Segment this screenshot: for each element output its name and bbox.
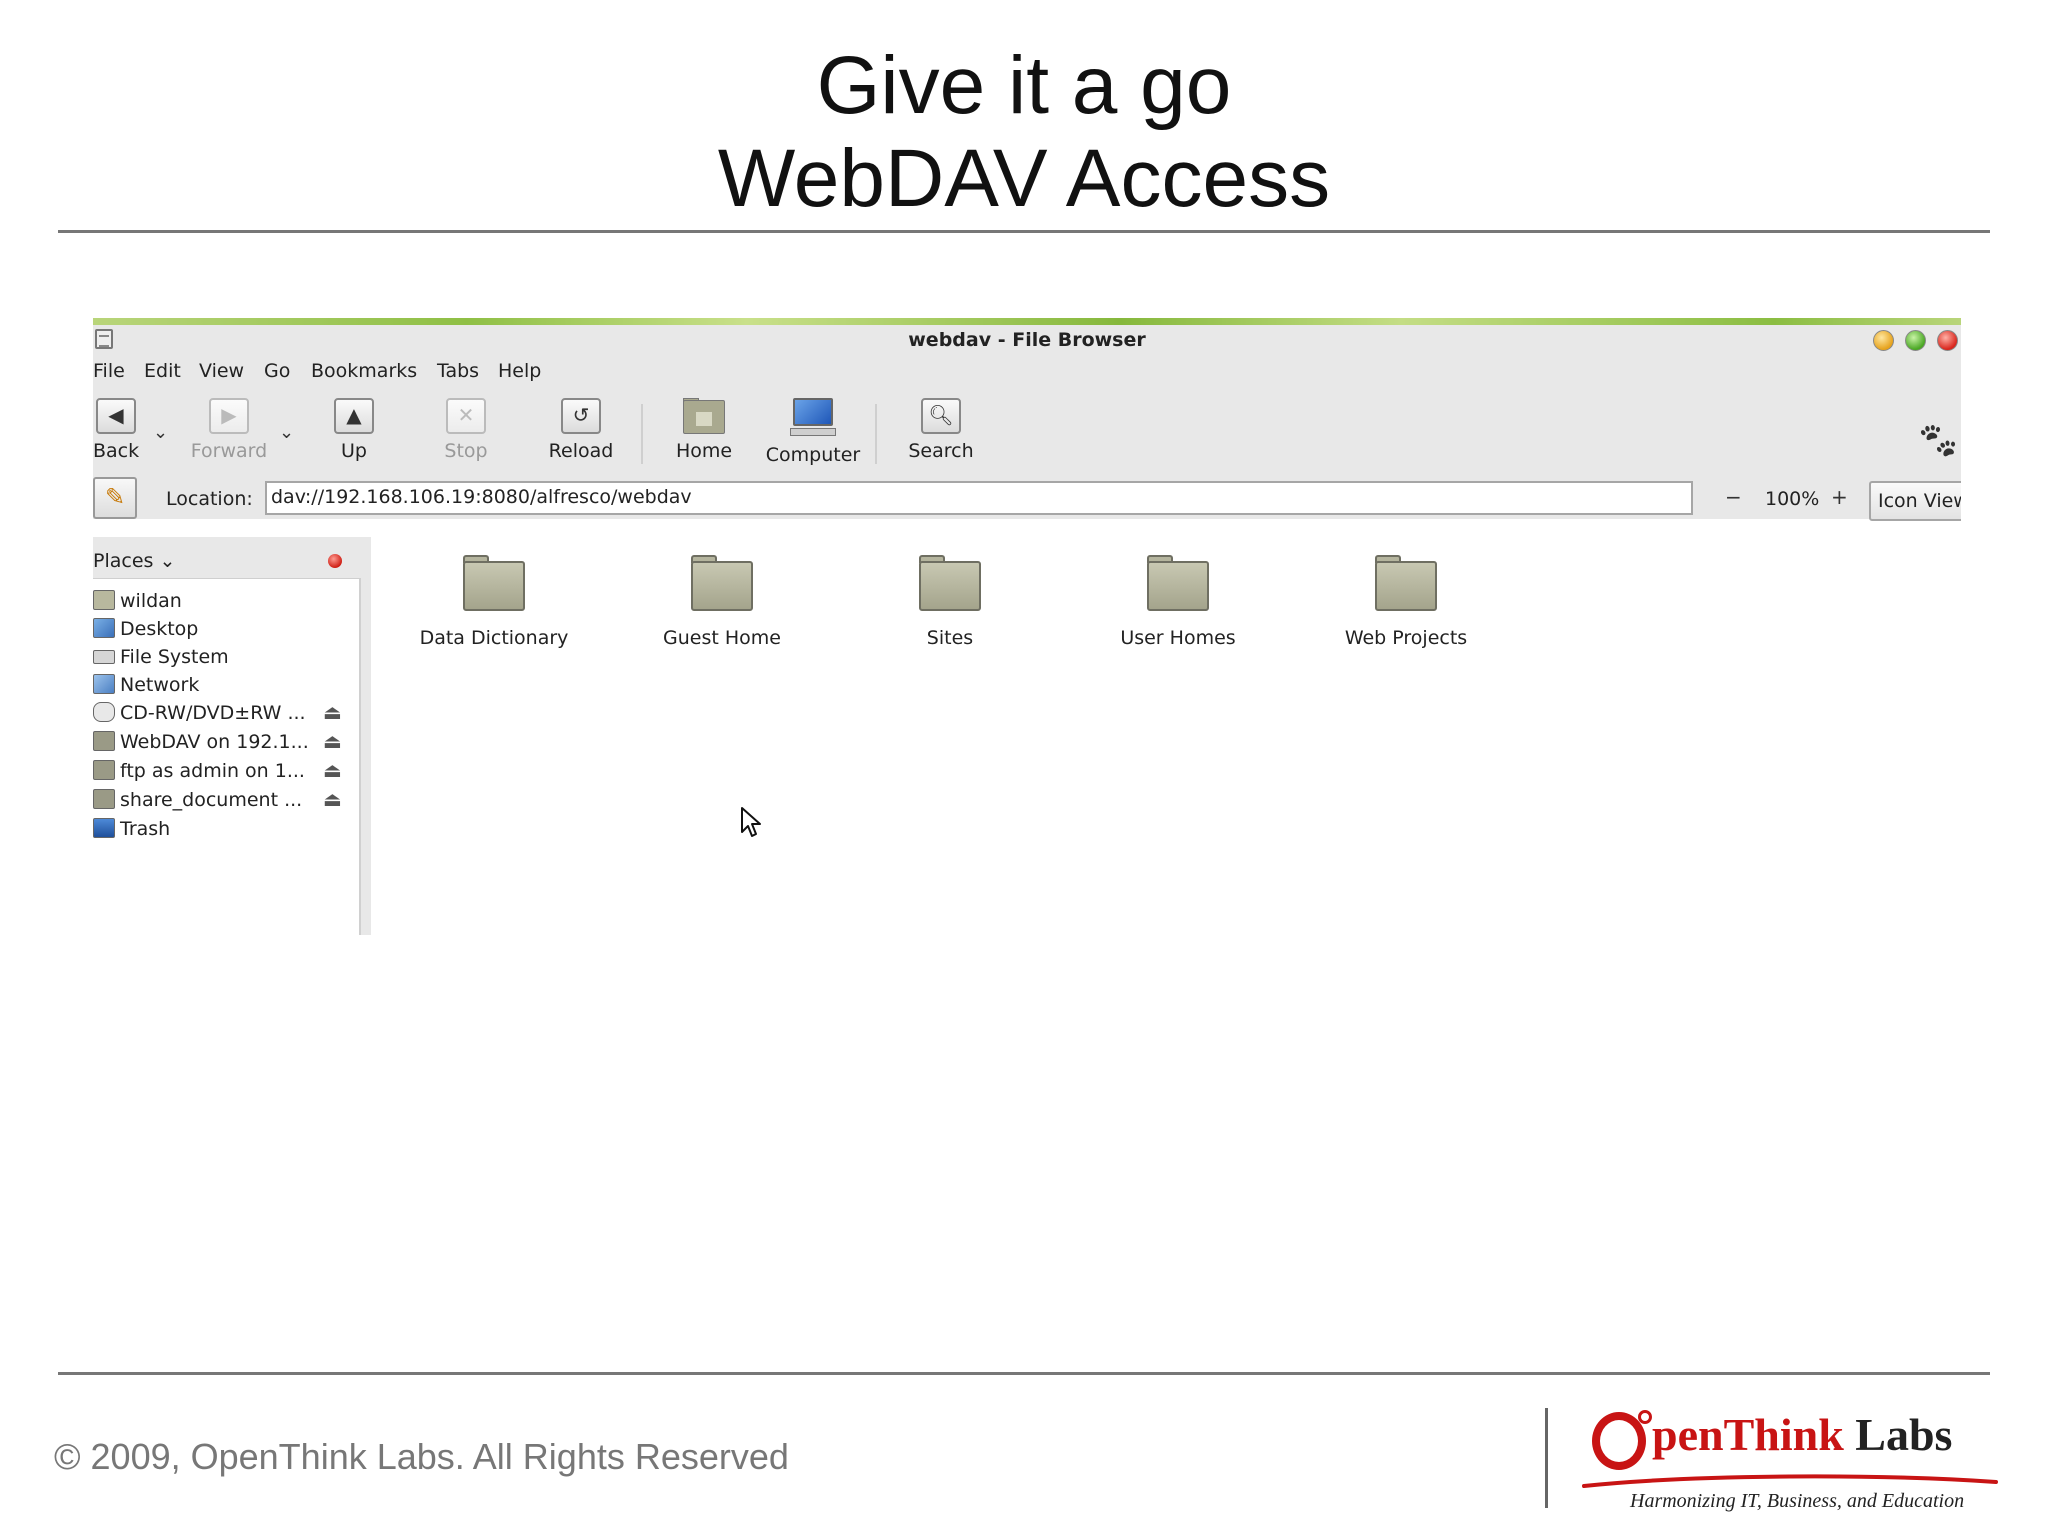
logo-swoosh-icon bbox=[1582, 1474, 1998, 1488]
trash-icon bbox=[93, 818, 115, 838]
folder-icon bbox=[1375, 555, 1437, 611]
footer-divider bbox=[58, 1372, 1990, 1375]
file-browser-screenshot: webdav - File Browser File Edit View Go … bbox=[93, 318, 1961, 935]
zoom-out-button[interactable]: − bbox=[1725, 485, 1742, 509]
toolbar-separator bbox=[875, 404, 877, 464]
menu-help[interactable]: Help bbox=[498, 360, 541, 382]
copyright-text: © 2009, OpenThink Labs. All Rights Reser… bbox=[54, 1436, 789, 1477]
network-share-icon bbox=[93, 789, 115, 809]
forward-button[interactable]: ▶ Forward bbox=[187, 398, 271, 468]
back-arrow-icon: ◀ bbox=[96, 398, 136, 434]
menu-bookmarks[interactable]: Bookmarks bbox=[311, 360, 417, 382]
folder-icon bbox=[691, 555, 753, 611]
zoom-in-button[interactable]: + bbox=[1831, 485, 1848, 509]
logo-name-labs: Labs bbox=[1855, 1409, 1953, 1460]
logo-name-main: penThink bbox=[1652, 1409, 1844, 1460]
up-arrow-icon: ▲ bbox=[334, 398, 374, 434]
folder-user-homes[interactable]: User Homes bbox=[1063, 555, 1293, 649]
search-icon: 🔍︎ bbox=[921, 398, 961, 434]
home-folder-icon bbox=[93, 590, 115, 610]
network-icon bbox=[93, 674, 115, 694]
search-button[interactable]: 🔍︎ Search bbox=[905, 398, 977, 468]
optical-drive-icon bbox=[93, 702, 115, 722]
computer-button[interactable]: Computer bbox=[765, 398, 861, 468]
logo-tagline: Harmonizing IT, Business, and Education bbox=[1630, 1490, 1965, 1512]
openthink-labs-logo: penThink Labs Harmonizing IT, Business, … bbox=[1580, 1402, 2000, 1522]
close-sidebar-icon[interactable] bbox=[328, 554, 342, 568]
desktop-icon bbox=[93, 618, 115, 638]
menu-go[interactable]: Go bbox=[264, 360, 290, 382]
sidebar-item-ftp[interactable]: ftp as admin on 1... ⏏ bbox=[93, 756, 361, 786]
folder-data-dictionary[interactable]: Data Dictionary bbox=[379, 555, 609, 649]
view-mode-select[interactable]: Icon View ⌃⌄ bbox=[1869, 481, 1961, 521]
sidebar-item-network[interactable]: Network bbox=[93, 670, 361, 700]
sidebar-item-desktop[interactable]: Desktop bbox=[93, 614, 361, 644]
title-divider bbox=[58, 230, 1990, 233]
desktop-wallpaper-strip bbox=[93, 318, 1961, 325]
sidebar-item-share-document[interactable]: share_document ... ⏏ bbox=[93, 785, 361, 815]
folder-sites[interactable]: Sites bbox=[835, 555, 1065, 649]
mouse-cursor-icon bbox=[741, 807, 761, 837]
logo-divider bbox=[1545, 1408, 1548, 1508]
logo-ring-icon bbox=[1592, 1412, 1646, 1470]
network-share-icon bbox=[93, 760, 115, 780]
zoom-level[interactable]: 100% bbox=[1765, 488, 1819, 510]
folder-icon bbox=[919, 555, 981, 611]
harddisk-icon bbox=[93, 650, 115, 664]
sidebar-item-wildan[interactable]: wildan bbox=[93, 586, 361, 616]
eject-icon[interactable]: ⏏ bbox=[323, 700, 342, 724]
computer-icon bbox=[790, 398, 836, 438]
folder-web-projects[interactable]: Web Projects bbox=[1291, 555, 1521, 649]
forward-history-dropdown-icon[interactable]: ⌄ bbox=[279, 422, 294, 443]
stop-button[interactable]: ✕ Stop bbox=[441, 398, 491, 468]
toolbar-separator bbox=[641, 404, 643, 464]
back-button[interactable]: ◀ Back bbox=[93, 398, 139, 468]
logo-small-ring-icon bbox=[1638, 1410, 1652, 1424]
sidebar-item-trash[interactable]: Trash bbox=[93, 814, 361, 844]
forward-arrow-icon: ▶ bbox=[209, 398, 249, 434]
location-input[interactable]: dav://192.168.106.19:8080/alfresco/webda… bbox=[265, 481, 1693, 515]
stop-icon: ✕ bbox=[446, 398, 486, 434]
close-window-button[interactable] bbox=[1937, 330, 1958, 351]
eject-icon[interactable]: ⏏ bbox=[323, 787, 342, 811]
gnome-foot-icon: 🐾︎ bbox=[1915, 421, 1961, 462]
sidebar-item-webdav[interactable]: WebDAV on 192.1... ⏏ bbox=[93, 727, 361, 757]
reload-icon: ↺ bbox=[561, 398, 601, 434]
places-dropdown[interactable]: Places ⌄ bbox=[93, 550, 175, 572]
eject-icon[interactable]: ⏏ bbox=[323, 729, 342, 753]
location-label: Location: bbox=[166, 488, 253, 510]
minimize-button[interactable] bbox=[1873, 330, 1894, 351]
slide-title-line2: WebDAV Access bbox=[717, 133, 1331, 224]
sidebar-item-cdrom[interactable]: CD-RW/DVD±RW ... ⏏ bbox=[93, 698, 361, 728]
menu-view[interactable]: View bbox=[199, 360, 244, 382]
back-history-dropdown-icon[interactable]: ⌄ bbox=[153, 422, 168, 443]
window-title: webdav - File Browser bbox=[908, 329, 1146, 351]
menu-edit[interactable]: Edit bbox=[144, 360, 181, 382]
home-folder-icon bbox=[683, 398, 725, 434]
maximize-button[interactable] bbox=[1905, 330, 1926, 351]
slide-title-line1: Give it a go bbox=[816, 40, 1232, 131]
toggle-location-entry-button[interactable] bbox=[93, 477, 137, 519]
sidebar-item-file-system[interactable]: File System bbox=[93, 642, 361, 672]
sidebar-splitter[interactable] bbox=[361, 537, 371, 935]
folder-icon bbox=[463, 555, 525, 611]
network-share-icon bbox=[93, 731, 115, 751]
home-button[interactable]: Home bbox=[669, 398, 739, 468]
up-button[interactable]: ▲ Up bbox=[329, 398, 379, 468]
folder-icon bbox=[1147, 555, 1209, 611]
folder-guest-home[interactable]: Guest Home bbox=[607, 555, 837, 649]
menu-file[interactable]: File bbox=[93, 360, 125, 382]
menu-tabs[interactable]: Tabs bbox=[437, 360, 479, 382]
reload-button[interactable]: ↺ Reload bbox=[546, 398, 616, 468]
eject-icon[interactable]: ⏏ bbox=[323, 758, 342, 782]
